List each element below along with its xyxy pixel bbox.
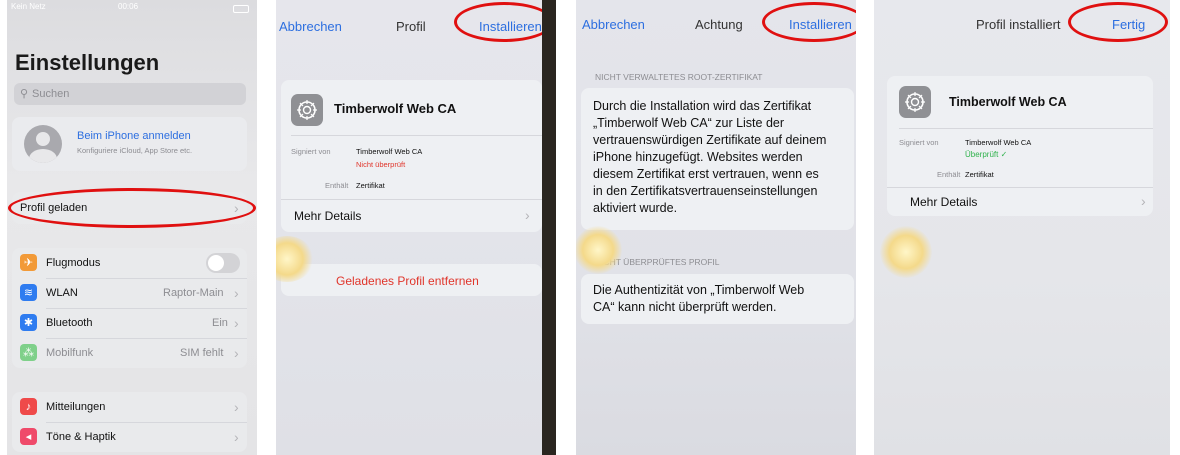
profile-name: Timberwolf Web CA [334, 101, 457, 116]
wifi-icon: ≋ [20, 284, 37, 301]
bluetooth-icon: ✱ [20, 314, 37, 331]
contains-label: Enthält [325, 181, 349, 190]
search-placeholder: Suchen [32, 88, 70, 100]
nav-title: Profil [396, 19, 426, 34]
airplane-icon: ✈ [20, 254, 37, 271]
warning-line: diesem Zertifikat erst vertrauen, wenn e… [593, 167, 819, 181]
status-time: 00:06 [118, 2, 139, 11]
chevron-right-icon: › [234, 429, 239, 445]
bell-icon: ♪ [20, 398, 37, 415]
gear-icon [291, 94, 323, 126]
signed-value: Timberwolf Web CA [965, 138, 1032, 147]
settings-row-airplane[interactable]: ✈ Flugmodus [12, 248, 247, 278]
apple-id-row[interactable]: Beim iPhone anmelden Konfiguriere iCloud… [12, 117, 247, 171]
warning-line: Durch die Installation wird das Zertifik… [593, 99, 812, 113]
chevron-right-icon: › [1141, 193, 1146, 209]
settings-screen: Kein Netz 00:06 Einstellungen ⚲ Suchen B… [7, 0, 257, 455]
contains-value: Zertifikat [965, 170, 994, 179]
speaker-icon: ◂ [20, 428, 37, 445]
profile-card: Timberwolf Web CA Signiert von Timberwol… [887, 76, 1153, 216]
unverified-line: Die Authentizität von „Timberwolf Web [593, 283, 805, 297]
chevron-right-icon: › [234, 315, 239, 331]
chevron-right-icon: › [234, 345, 239, 361]
section-header-root-certificate: NICHT VERWALTETES ROOT-ZERTIFIKAT [595, 72, 763, 82]
warning-line: in den Zertifikatsvertrauenseinstellunge… [593, 184, 818, 198]
wlan-value: Raptor-Main [163, 287, 224, 299]
airplane-toggle[interactable] [206, 253, 240, 273]
light-glare [576, 226, 622, 274]
chevron-right-icon: › [525, 207, 530, 223]
contains-value: Zertifikat [356, 181, 385, 190]
highlight-oval [8, 188, 256, 228]
highlight-oval [1068, 2, 1168, 42]
settings-group-connectivity: ✈ Flugmodus ≋ WLAN Raptor-Main › ✱ Bluet… [12, 248, 247, 368]
highlight-oval [454, 2, 554, 42]
settings-row-bluetooth[interactable]: ✱ Bluetooth Ein › [12, 308, 247, 338]
device-edge [542, 0, 556, 455]
wlan-label: WLAN [46, 287, 78, 299]
profile-screen: Abbrechen Profil Installieren Timberwolf… [276, 0, 556, 455]
settings-row-mobile[interactable]: ⁂ Mobilfunk SIM fehlt › [12, 338, 247, 368]
gear-icon [899, 86, 931, 118]
nav-title: Achtung [695, 17, 743, 32]
settings-row-wlan[interactable]: ≋ WLAN Raptor-Main › [12, 278, 247, 308]
antenna-icon: ⁂ [20, 344, 37, 361]
nav-title: Profil installiert [976, 17, 1061, 32]
highlight-oval [762, 2, 856, 42]
sounds-label: Töne & Haptik [46, 431, 116, 443]
warning-screen: Abbrechen Achtung Installieren NICHT VER… [576, 0, 856, 455]
search-icon: ⚲ [20, 88, 29, 100]
cancel-button[interactable]: Abbrechen [279, 19, 342, 34]
remove-profile-button[interactable]: Geladenes Profil entfernen [281, 264, 542, 296]
notifications-label: Mitteilungen [46, 401, 106, 413]
more-details-label: Mehr Details [910, 195, 978, 209]
warning-line: aktiviert wurde. [593, 201, 678, 215]
contains-label: Enthält [937, 170, 961, 179]
profile-card: Timberwolf Web CA Signiert von Timberwol… [281, 80, 542, 232]
mobile-label: Mobilfunk [46, 347, 94, 359]
warning-line: iPhone hinzugefügt. Websites werden [593, 150, 803, 164]
apple-id-subtitle: Konfiguriere iCloud, App Store etc. [77, 146, 193, 155]
unverified-line: CA“ kann nicht überprüft werden. [593, 300, 777, 314]
page-title: Einstellungen [15, 50, 160, 75]
signed-status: Nicht überprüft [356, 160, 406, 169]
bluetooth-label: Bluetooth [46, 317, 93, 329]
chevron-right-icon: › [234, 399, 239, 415]
warning-line: vertrauenswürdigen Zertifikate auf deine… [593, 133, 827, 147]
cancel-button[interactable]: Abbrechen [582, 17, 645, 32]
remove-profile-label: Geladenes Profil entfernen [336, 274, 479, 288]
profile-installed-screen: Profil installiert Fertig Timberwolf Web… [874, 0, 1170, 455]
more-details-row[interactable]: Mehr Details › [281, 199, 542, 232]
settings-group-notifications: ♪ Mitteilungen › ◂ Töne & Haptik › [12, 392, 247, 452]
profile-name: Timberwolf Web CA [949, 95, 1067, 109]
signed-label: Signiert von [899, 138, 939, 147]
bluetooth-value: Ein [212, 317, 228, 329]
settings-row-sounds[interactable]: ◂ Töne & Haptik › [12, 422, 247, 452]
signed-status: Überprüft ✓ [965, 150, 1008, 159]
battery-icon [233, 5, 249, 13]
mobile-value: SIM fehlt [180, 347, 224, 359]
root-certificate-warning-card: Durch die Installation wird das Zertifik… [581, 88, 854, 230]
chevron-right-icon: › [234, 285, 239, 301]
signed-label: Signiert von [291, 147, 331, 156]
signed-value: Timberwolf Web CA [356, 147, 423, 156]
apple-id-title: Beim iPhone anmelden [77, 130, 191, 142]
status-carrier: Kein Netz [11, 2, 46, 11]
search-input[interactable]: ⚲ Suchen [14, 83, 246, 105]
light-glare [880, 226, 932, 278]
airplane-label: Flugmodus [46, 257, 101, 269]
warning-line: „Timberwolf Web CA“ zur Liste der [593, 116, 785, 130]
settings-row-notifications[interactable]: ♪ Mitteilungen › [12, 392, 247, 422]
more-details-row[interactable]: Mehr Details › [887, 187, 1153, 216]
unverified-profile-card: Die Authentizität von „Timberwolf Web CA… [581, 274, 854, 324]
avatar [24, 125, 62, 163]
more-details-label: Mehr Details [294, 209, 362, 223]
